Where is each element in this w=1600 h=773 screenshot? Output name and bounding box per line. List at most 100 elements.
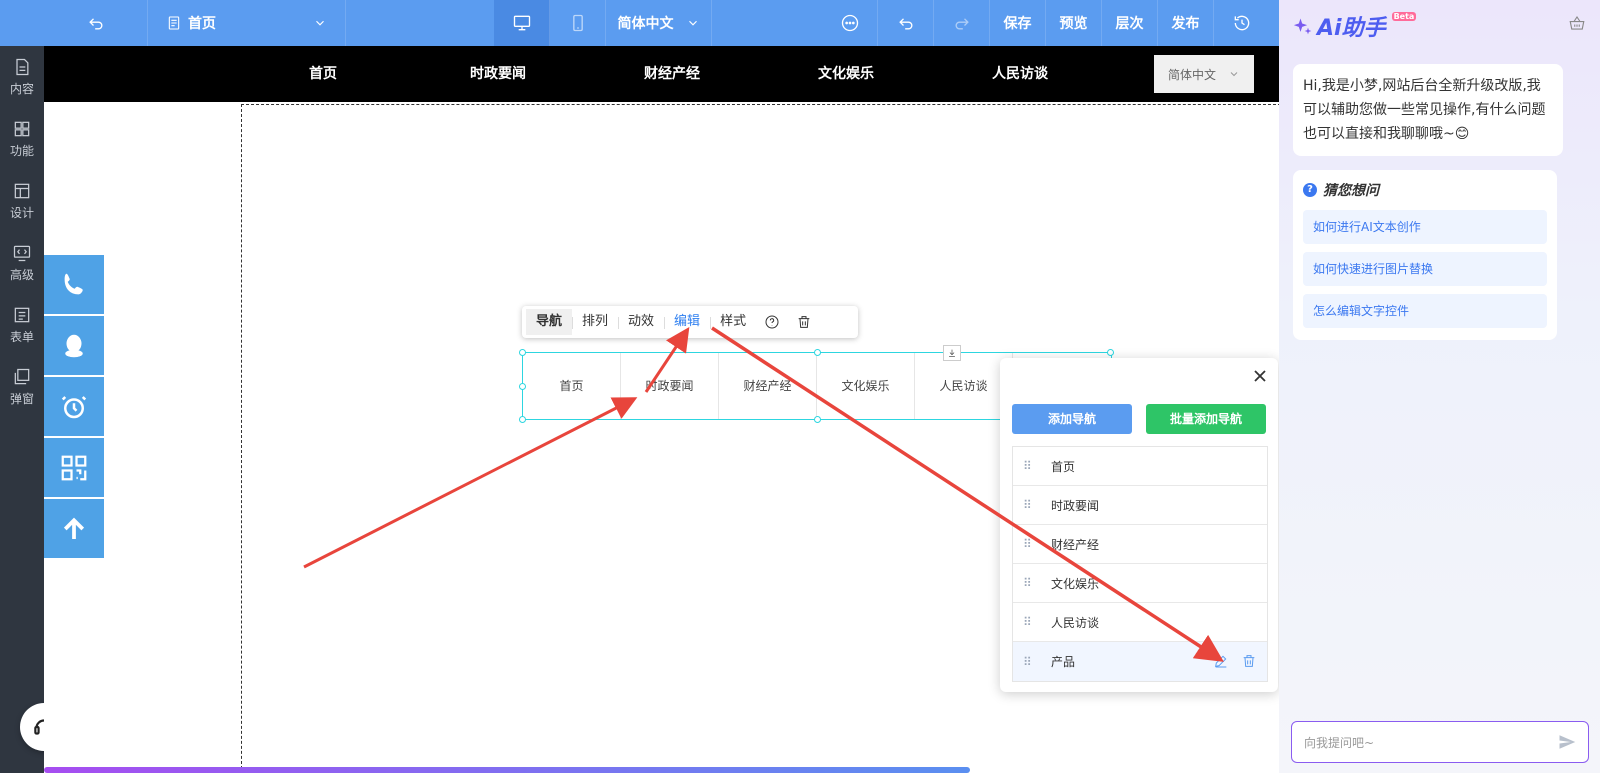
grid-icon bbox=[14, 121, 30, 137]
back-to-top-button[interactable] bbox=[44, 499, 104, 558]
close-button[interactable] bbox=[1252, 368, 1268, 384]
site-language-select[interactable]: 简体中文 bbox=[1154, 55, 1254, 93]
widget-nav-item[interactable]: 首页 bbox=[523, 353, 621, 419]
site-nav-item[interactable]: 文化娱乐 bbox=[818, 46, 874, 102]
document-icon bbox=[16, 58, 29, 76]
send-icon[interactable] bbox=[1558, 733, 1576, 751]
history-button[interactable] bbox=[1214, 0, 1270, 46]
suggested-question[interactable]: 怎么编辑文字控件 bbox=[1303, 294, 1547, 328]
mobile-view-button[interactable] bbox=[550, 0, 606, 46]
resize-handle[interactable] bbox=[1107, 349, 1114, 356]
alarm-clock-icon bbox=[61, 395, 87, 418]
sidebar-item-advanced[interactable]: 高级 bbox=[0, 232, 44, 294]
floating-contact-bar bbox=[44, 255, 104, 560]
publish-button[interactable]: 发布 bbox=[1158, 0, 1214, 46]
edit-pencil-icon[interactable] bbox=[1213, 653, 1229, 669]
sidebar-item-label: 内容 bbox=[9, 82, 34, 96]
resize-handle[interactable] bbox=[519, 349, 526, 356]
list-item[interactable]: ⠿ 时政要闻 bbox=[1013, 486, 1267, 525]
suggested-title-text: 猜您想问 bbox=[1323, 183, 1379, 199]
tab-animation[interactable]: 动效 bbox=[618, 309, 664, 335]
ai-chat-input[interactable]: 向我提问吧~ bbox=[1291, 721, 1589, 763]
phone-button[interactable] bbox=[44, 255, 104, 314]
phone-icon bbox=[64, 273, 83, 294]
site-nav-item[interactable]: 首页 bbox=[309, 46, 337, 102]
tab-style[interactable]: 样式 bbox=[710, 309, 756, 335]
widget-nav-item[interactable]: 人民访谈 bbox=[915, 353, 1013, 419]
drag-handle-icon[interactable]: ⠿ bbox=[1023, 576, 1033, 590]
resize-handle[interactable] bbox=[814, 349, 821, 356]
ai-logo: Ai助手 Beta bbox=[1293, 10, 1417, 42]
alarm-button[interactable] bbox=[44, 377, 104, 436]
undo-back-button[interactable] bbox=[44, 0, 148, 46]
drag-handle-icon[interactable]: ⠿ bbox=[1023, 459, 1033, 473]
undo-icon bbox=[898, 18, 912, 30]
sidebar-item-label: 表单 bbox=[9, 330, 34, 344]
add-nav-button[interactable]: 添加导航 bbox=[1012, 404, 1132, 434]
code-icon bbox=[13, 245, 31, 262]
drag-handle-icon[interactable]: ⠿ bbox=[1023, 655, 1033, 669]
sidebar-item-label: 功能 bbox=[9, 144, 34, 158]
list-item[interactable]: ⠿ 财经产经 bbox=[1013, 525, 1267, 564]
batch-add-nav-button[interactable]: 批量添加导航 bbox=[1146, 404, 1266, 434]
resize-handle[interactable] bbox=[519, 383, 526, 390]
nav-item-label: 财经产经 bbox=[1051, 537, 1100, 552]
site-navigation: 首页 时政要闻 财经产经 文化娱乐 人民访谈 简体中文 bbox=[44, 46, 1279, 102]
mobile-icon bbox=[572, 14, 583, 32]
preview-button[interactable]: 预览 bbox=[1046, 0, 1102, 46]
nav-item-label: 产品 bbox=[1051, 655, 1076, 669]
question-mark-icon: ? bbox=[1303, 183, 1317, 197]
site-nav-item[interactable]: 人民访谈 bbox=[992, 46, 1048, 102]
nav-edit-panel: 添加导航 批量添加导航 ⠿ 首页 ⠿ 时政要闻 ⠿ 财经产经 ⠿ 文化娱乐 ⠿ 人民访谈 … bbox=[1000, 358, 1278, 692]
widget-nav-item[interactable]: 文化娱乐 bbox=[817, 353, 915, 419]
drag-handle-icon[interactable]: ⠿ bbox=[1023, 615, 1033, 629]
qq-button[interactable] bbox=[44, 316, 104, 375]
app-root: 首页 简体中文 保存 预览 层次 发布 内容 功能 设计 高级 表单 弹窗 首页… bbox=[0, 0, 1600, 773]
suggested-question[interactable]: 如何进行AI文本创作 bbox=[1303, 210, 1547, 244]
beta-badge: Beta bbox=[1391, 12, 1417, 21]
redo-button[interactable] bbox=[934, 0, 990, 46]
page-select[interactable]: 首页 bbox=[148, 0, 346, 46]
list-item[interactable]: ⠿ 人民访谈 bbox=[1013, 603, 1267, 642]
drag-handle-icon[interactable]: ⠿ bbox=[1023, 498, 1033, 512]
sidebar-item-label: 设计 bbox=[9, 206, 34, 220]
list-item[interactable]: ⠿ 产品 bbox=[1013, 642, 1267, 681]
tab-navigation[interactable]: 导航 bbox=[526, 309, 573, 335]
site-nav-item[interactable]: 时政要闻 bbox=[470, 46, 526, 102]
close-icon bbox=[1254, 370, 1266, 382]
suggested-question[interactable]: 如何快速进行图片替换 bbox=[1303, 252, 1547, 286]
sidebar-item-content[interactable]: 内容 bbox=[0, 46, 44, 108]
ai-logo-text: Ai助手 bbox=[1317, 16, 1386, 41]
more-button[interactable] bbox=[822, 0, 878, 46]
resize-handle[interactable] bbox=[519, 416, 526, 423]
ai-input-placeholder: 向我提问吧~ bbox=[1304, 735, 1375, 750]
widget-nav-item[interactable]: 时政要闻 bbox=[621, 353, 719, 419]
drag-handle-icon[interactable]: ⠿ bbox=[1023, 537, 1033, 551]
sidebar-item-form[interactable]: 表单 bbox=[0, 294, 44, 356]
list-item[interactable]: ⠿ 首页 bbox=[1013, 447, 1267, 486]
save-button[interactable]: 保存 bbox=[990, 0, 1046, 46]
layers-button[interactable]: 层次 bbox=[1102, 0, 1158, 46]
undo-button[interactable] bbox=[878, 0, 934, 46]
tab-edit[interactable]: 编辑 bbox=[664, 309, 710, 335]
sidebar-item-functions[interactable]: 功能 bbox=[0, 108, 44, 170]
widget-nav-item[interactable]: 财经产经 bbox=[719, 353, 817, 419]
download-handle[interactable] bbox=[943, 345, 961, 361]
resize-handle[interactable] bbox=[814, 416, 821, 423]
desktop-view-button[interactable] bbox=[494, 0, 550, 46]
tab-arrange[interactable]: 排列 bbox=[572, 309, 618, 335]
delete-widget-button[interactable] bbox=[788, 309, 820, 335]
trash-icon[interactable] bbox=[1241, 653, 1257, 669]
ai-basket-button[interactable] bbox=[1568, 14, 1586, 36]
help-button[interactable] bbox=[756, 309, 788, 335]
nav-item-list: ⠿ 首页 ⠿ 时政要闻 ⠿ 财经产经 ⠿ 文化娱乐 ⠿ 人民访谈 ⠿ 产品 bbox=[1012, 446, 1268, 682]
site-nav-item[interactable]: 财经产经 bbox=[644, 46, 700, 102]
language-select[interactable]: 简体中文 bbox=[606, 0, 712, 46]
list-item[interactable]: ⠿ 文化娱乐 bbox=[1013, 564, 1267, 603]
site-language-label: 简体中文 bbox=[1168, 67, 1217, 82]
sidebar-item-design[interactable]: 设计 bbox=[0, 170, 44, 232]
help-icon bbox=[765, 315, 779, 329]
qrcode-button[interactable] bbox=[44, 438, 104, 497]
sidebar-item-popup[interactable]: 弹窗 bbox=[0, 356, 44, 418]
